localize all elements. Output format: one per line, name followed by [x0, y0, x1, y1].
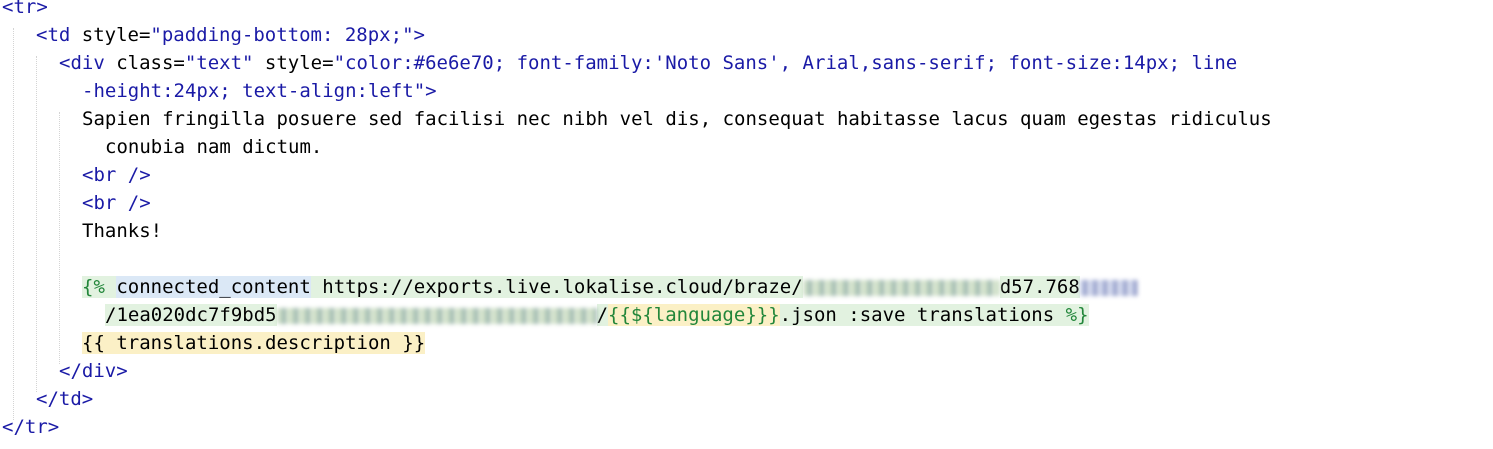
tr-open-tag: <tr>	[2, 0, 48, 18]
code-line-div-close: </div>	[59, 357, 128, 385]
translation-output: {{ translations.description }}	[82, 332, 426, 354]
div-close-tag: </div>	[59, 360, 128, 382]
code-editor[interactable]: <tr> <td style="padding-bottom: 28px;"> …	[0, 0, 1493, 449]
indent-guide	[13, 28, 14, 420]
url-segment: d57.768	[999, 276, 1080, 298]
liquid-open-delimiter: {%	[82, 276, 105, 298]
code-line-liquid-wrap: /1ea020dc7f9bd5 /{{${language}}}.json :sa…	[105, 301, 1089, 329]
td-open-tag: <td	[36, 24, 71, 46]
br-tag: <br />	[82, 192, 151, 214]
code-line-tr-close: </tr>	[2, 413, 59, 441]
div-style-attr: style=	[253, 52, 334, 74]
div-open-tag: <div	[59, 52, 105, 74]
div-class-attr: class=	[104, 52, 185, 74]
indent-guide	[36, 56, 37, 392]
code-line-output: {{ translations.description }}	[82, 329, 426, 357]
body-text: Sapien fringilla posuere sed facilisi ne…	[82, 108, 1272, 130]
code-line-td-open: <td style="padding-bottom: 28px;">	[36, 21, 425, 49]
code-line-text-wrap: conubia nam dictum.	[105, 133, 322, 161]
redacted-url-segment	[1079, 279, 1138, 296]
br-tag: <br />	[82, 164, 151, 186]
redacted-url-segment	[276, 307, 597, 324]
td-style-attr: style=	[70, 24, 151, 46]
liquid-close-delimiter: %}	[1065, 304, 1089, 326]
connected-content-keyword: connected_content	[116, 276, 311, 298]
code-line-liquid: {% connected_content https://exports.liv…	[82, 273, 1138, 301]
code-line-text: Sapien fringilla posuere sed facilisi ne…	[82, 105, 1272, 133]
url-slash: /	[596, 304, 609, 326]
div-close-bracket: >	[425, 80, 437, 102]
code-line-div-open-wrap: -height:24px; text-align:left">	[82, 77, 437, 105]
code-line-thanks: Thanks!	[82, 217, 162, 245]
url-suffix: .json :save translations	[779, 304, 1066, 326]
language-expression: {{${language}}}	[608, 304, 780, 326]
td-close-tag: </td>	[36, 388, 94, 410]
code-line-tr-open: <tr>	[2, 0, 48, 21]
div-style-value: "color:#6e6e70; font-family:'Noto Sans',…	[333, 52, 1238, 74]
indent-guide	[59, 112, 60, 364]
code-line-br-1: <br />	[82, 161, 151, 189]
td-close-bracket: >	[413, 24, 425, 46]
div-style-value-continued: -height:24px; text-align:left"	[82, 80, 426, 102]
redacted-url-segment	[802, 279, 1000, 296]
thanks-text: Thanks!	[82, 220, 163, 242]
code-line-div-open: <div class="text" style="color:#6e6e70; …	[59, 49, 1237, 77]
td-style-value: "padding-bottom: 28px;"	[150, 24, 414, 46]
code-line-td-close: </td>	[36, 385, 93, 413]
tr-close-tag: </tr>	[2, 416, 60, 438]
body-text-continued: conubia nam dictum.	[105, 136, 323, 158]
div-class-value: "text"	[184, 52, 254, 74]
url-line2-prefix: /1ea020dc7f9bd5	[105, 304, 277, 326]
code-line-br-2: <br />	[82, 189, 151, 217]
url-prefix: https://exports.live.lokalise.cloud/braz…	[310, 276, 803, 298]
